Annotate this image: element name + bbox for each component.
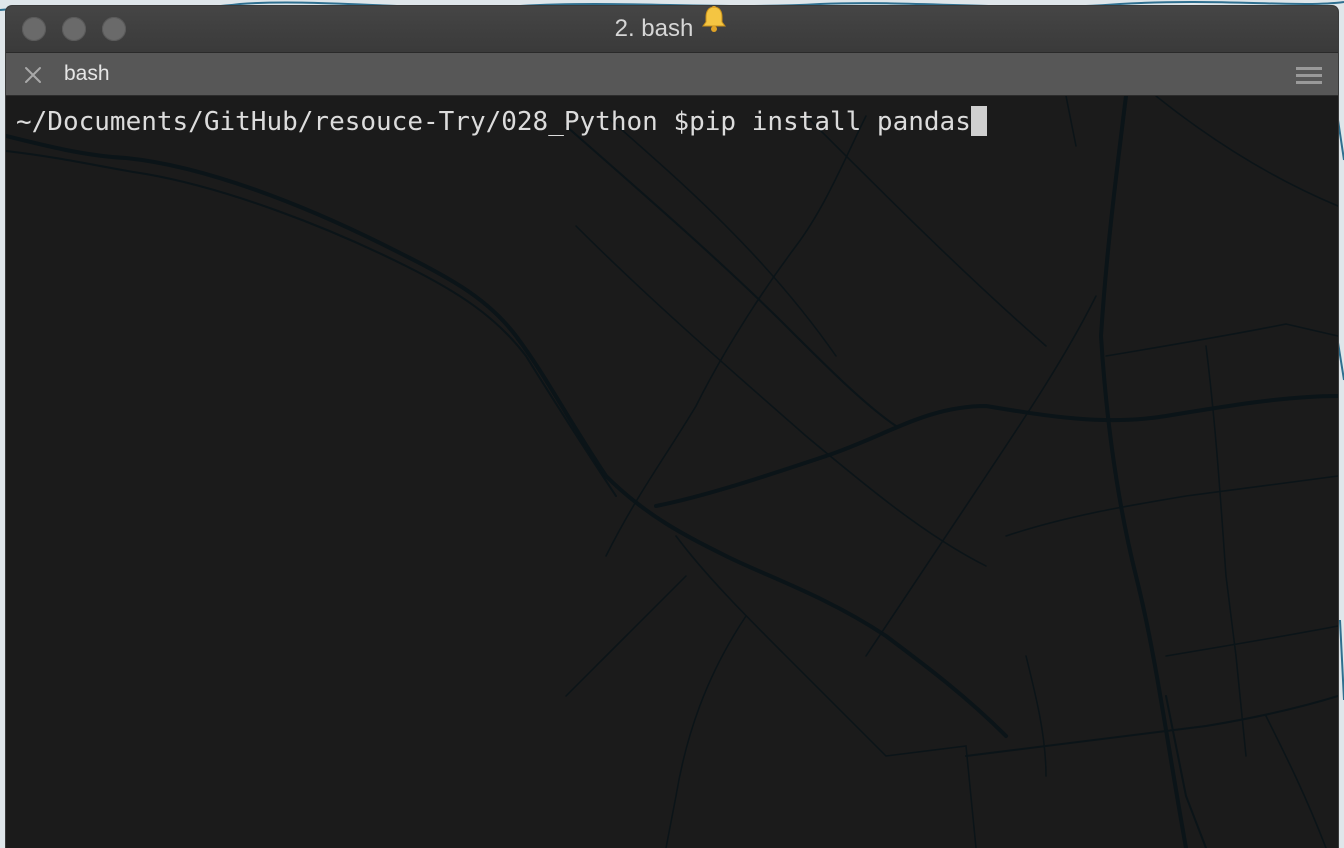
text-cursor	[970, 106, 987, 136]
window-title: 2. bash	[6, 6, 1338, 52]
title-bar[interactable]: 2. bash	[6, 6, 1338, 53]
tab-bash[interactable]: bash	[64, 53, 110, 95]
terminal-background-map	[6, 96, 1338, 848]
tab-bar: bash	[6, 53, 1338, 96]
window-title-text: 2. bash	[614, 15, 694, 42]
terminal-area[interactable]: ~/Documents/GitHub/resouce-Try/028_Pytho…	[6, 96, 1338, 848]
command-input[interactable]: pip install pandas	[689, 107, 971, 137]
shell-prompt: ~/Documents/GitHub/resouce-Try/028_Pytho…	[16, 107, 690, 137]
terminal-window: 2. bash bash ~/Documents/GitHub/resouce-…	[6, 6, 1338, 848]
command-line[interactable]: ~/Documents/GitHub/resouce-Try/028_Pytho…	[16, 104, 987, 140]
bell-icon	[699, 6, 729, 50]
hamburger-menu-icon[interactable]	[1296, 65, 1322, 85]
close-icon[interactable]	[22, 64, 44, 86]
